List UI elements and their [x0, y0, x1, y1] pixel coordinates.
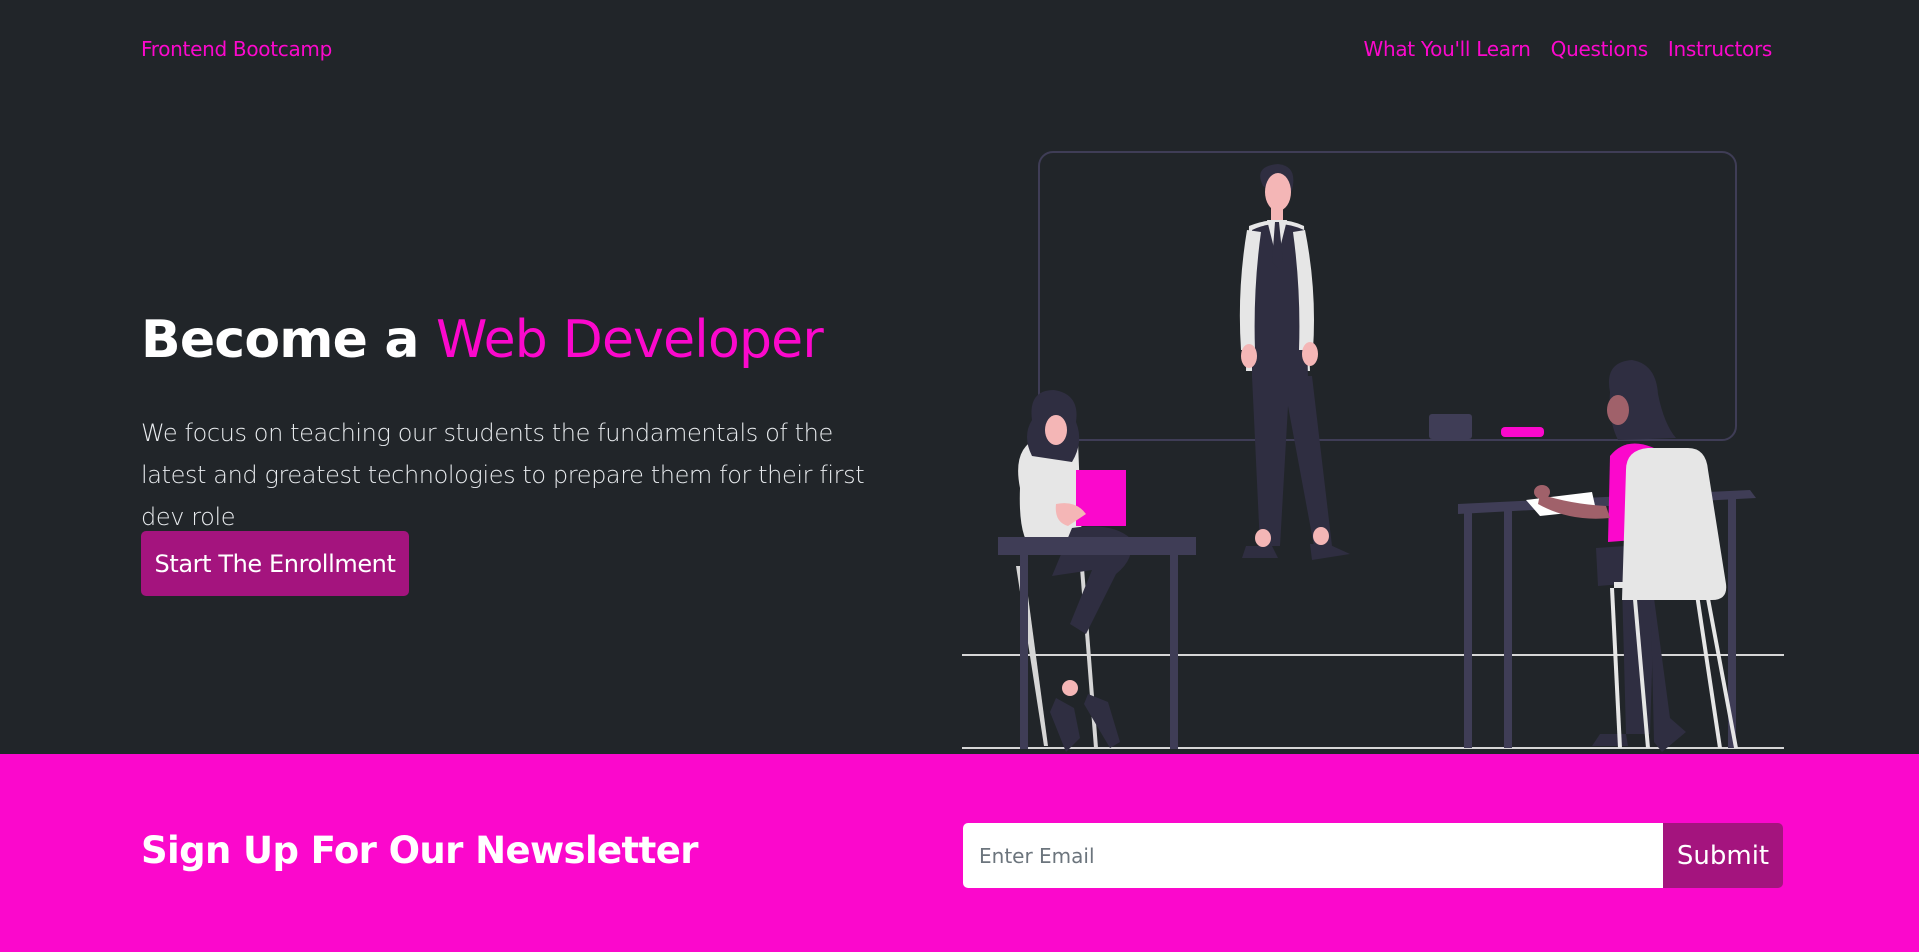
newsletter-section: Sign Up For Our Newsletter Submit [0, 754, 1919, 952]
brand-link[interactable]: Frontend Bootcamp [141, 37, 332, 61]
left-student-figure [998, 390, 1196, 752]
teacher-figure [1239, 164, 1350, 560]
nav-link-instructors[interactable]: Instructors [1668, 37, 1772, 61]
nav-link-questions[interactable]: Questions [1551, 37, 1648, 61]
hero-title-accent: Web Developer [436, 310, 824, 370]
start-enrollment-button[interactable]: Start The Enrollment [141, 531, 409, 596]
submit-button[interactable]: Submit [1663, 823, 1783, 888]
navbar: Frontend Bootcamp What You'll Learn Ques… [0, 0, 1919, 100]
hero-title-prefix: Become a [141, 310, 436, 370]
newsletter-title: Sign Up For Our Newsletter [141, 829, 698, 872]
nav-link-what-youll-learn[interactable]: What You'll Learn [1364, 37, 1531, 61]
email-input[interactable] [963, 823, 1664, 888]
classroom-illustration [962, 151, 1784, 752]
hero-title: Become a Web Developer [141, 310, 824, 370]
hero-section: Become a Web Developer We focus on teach… [0, 100, 1919, 754]
hero-lead-text: We focus on teaching our students the fu… [141, 419, 865, 531]
right-student-figure [1458, 360, 1756, 752]
nav-links: What You'll Learn Questions Instructors [1364, 37, 1773, 61]
